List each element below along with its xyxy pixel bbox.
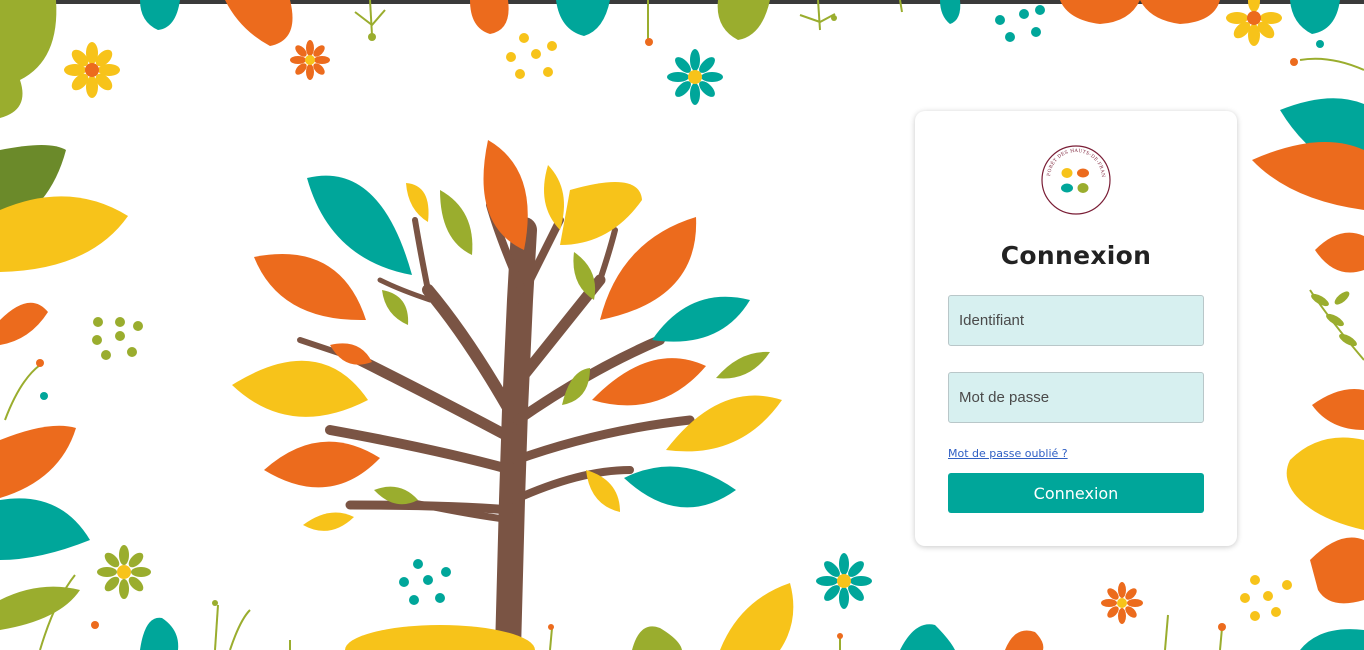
tree-illustration xyxy=(232,140,782,650)
forest-logo: LA FORÊT DES HAUTS-DE-FRANCE xyxy=(1040,144,1111,215)
login-card: LA FORÊT DES HAUTS-DE-FRANCE Connexion M… xyxy=(915,111,1237,546)
login-button[interactable]: Connexion xyxy=(948,473,1204,513)
password-field[interactable] xyxy=(948,372,1204,423)
login-title: Connexion xyxy=(1000,241,1152,270)
left-decorations xyxy=(0,0,251,650)
top-decorations xyxy=(140,0,1364,105)
forgot-password-link[interactable]: Mot de passe oublié ? xyxy=(948,447,1068,460)
username-field[interactable] xyxy=(948,295,1204,346)
